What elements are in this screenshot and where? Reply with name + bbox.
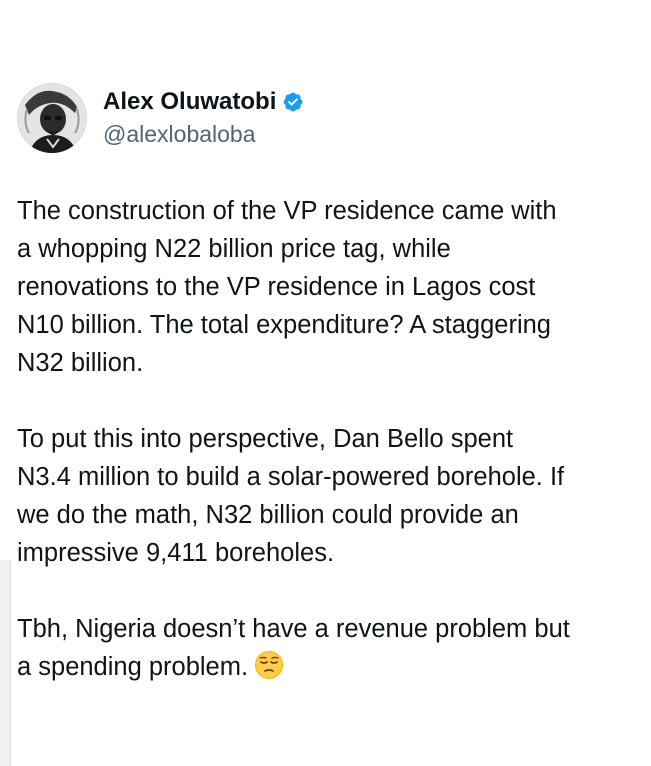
author-name-row: Alex Oluwatobi	[103, 87, 304, 117]
tweet-paragraph-2: To put this into perspective, Dan Bello …	[17, 425, 565, 567]
tweet-paragraph-3-text: Tbh, Nigeria doesn’t have a revenue prob…	[17, 615, 570, 681]
tweet-header: Alex Oluwatobi @alexlobaloba	[17, 80, 637, 156]
pensive-face-emoji-icon	[254, 650, 284, 680]
avatar[interactable]	[17, 83, 87, 153]
author-handle[interactable]: @alexlobaloba	[103, 119, 304, 149]
left-edge-strip	[0, 560, 11, 766]
tweet-paragraph-1: The construction of the VP residence cam…	[17, 197, 557, 377]
tweet-body: The construction of the VP residence cam…	[17, 192, 637, 686]
tweet-paragraph-3: Tbh, Nigeria doesn’t have a revenue prob…	[17, 610, 637, 686]
tweet-card: Alex Oluwatobi @alexlobaloba The constru…	[17, 80, 637, 686]
author-names: Alex Oluwatobi @alexlobaloba	[103, 87, 304, 149]
author-display-name[interactable]: Alex Oluwatobi	[103, 87, 276, 117]
verified-badge-icon	[282, 91, 304, 113]
